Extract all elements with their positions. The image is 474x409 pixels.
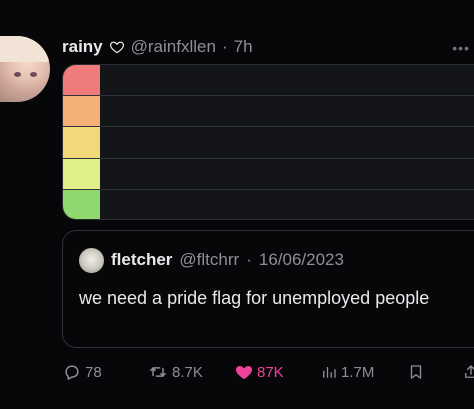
avatar-hair [0, 36, 50, 62]
share-button[interactable] [462, 362, 474, 382]
more-options-icon[interactable]: ••• [452, 40, 470, 56]
tweet-time[interactable]: 7h [234, 37, 253, 57]
quoted-tweet-text: we need a pride flag for unemployed peop… [79, 288, 430, 308]
tier-row [63, 65, 474, 97]
tier-cells [100, 189, 474, 219]
quoted-author-avatar[interactable] [79, 247, 104, 273]
avatar-eye-left [14, 72, 21, 77]
view-count: 1.7M [341, 363, 375, 381]
reply-count: 78 [85, 363, 102, 381]
quoted-author-handle[interactable]: @fltchrr [179, 250, 239, 270]
tier-row [63, 127, 474, 159]
heart-filled-icon [235, 366, 253, 380]
heart-outline-icon [109, 41, 124, 54]
tier-swatch-orange [63, 96, 100, 127]
tier-swatch-red [63, 65, 100, 96]
retweet-icon [150, 367, 166, 377]
tier-cells [100, 96, 474, 127]
tier-cells [100, 65, 474, 96]
reply-icon [65, 365, 79, 380]
quoted-author-name[interactable]: fletcher [111, 250, 172, 270]
quoted-tweet-header: fletcher @fltchrr · 16/06/2023 [79, 247, 344, 273]
quoted-header-separator: · [246, 250, 252, 269]
tier-row [63, 96, 474, 128]
action-bar: 78 8.7K 87K 1.7M [62, 362, 474, 384]
tweet-header: rainy @rainfxllen · 7h [62, 36, 253, 58]
author-name[interactable]: rainy [62, 37, 103, 57]
tier-cells [100, 158, 474, 189]
tier-row [63, 189, 474, 219]
retweet-button[interactable]: 8.7K [147, 362, 203, 382]
author-avatar[interactable] [0, 36, 50, 102]
views-button[interactable]: 1.7M [320, 362, 374, 382]
share-icon [465, 365, 474, 378]
quoted-tweet-date[interactable]: 16/06/2023 [259, 250, 344, 270]
tier-swatch-green [63, 189, 100, 219]
like-button[interactable]: 87K [234, 362, 284, 382]
tier-list-image[interactable] [62, 64, 474, 220]
retweet-count: 8.7K [172, 363, 203, 381]
bookmark-icon [410, 365, 422, 379]
tier-row [63, 158, 474, 190]
avatar-eye-right [30, 72, 37, 77]
tweet[interactable]: rainy @rainfxllen · 7h ••• fletcher @flt… [0, 0, 474, 409]
header-separator: · [221, 37, 228, 56]
like-count: 87K [257, 363, 284, 381]
views-chart-icon [323, 366, 336, 378]
tier-swatch-yellow [63, 127, 100, 158]
author-handle[interactable]: @rainfxllen [131, 37, 216, 57]
reply-button[interactable]: 78 [62, 362, 102, 382]
quoted-tweet[interactable]: fletcher @fltchrr · 16/06/2023 we need a… [62, 230, 474, 348]
bookmark-button[interactable] [407, 362, 425, 382]
tier-swatch-lime [63, 158, 100, 189]
tier-cells [100, 127, 474, 158]
